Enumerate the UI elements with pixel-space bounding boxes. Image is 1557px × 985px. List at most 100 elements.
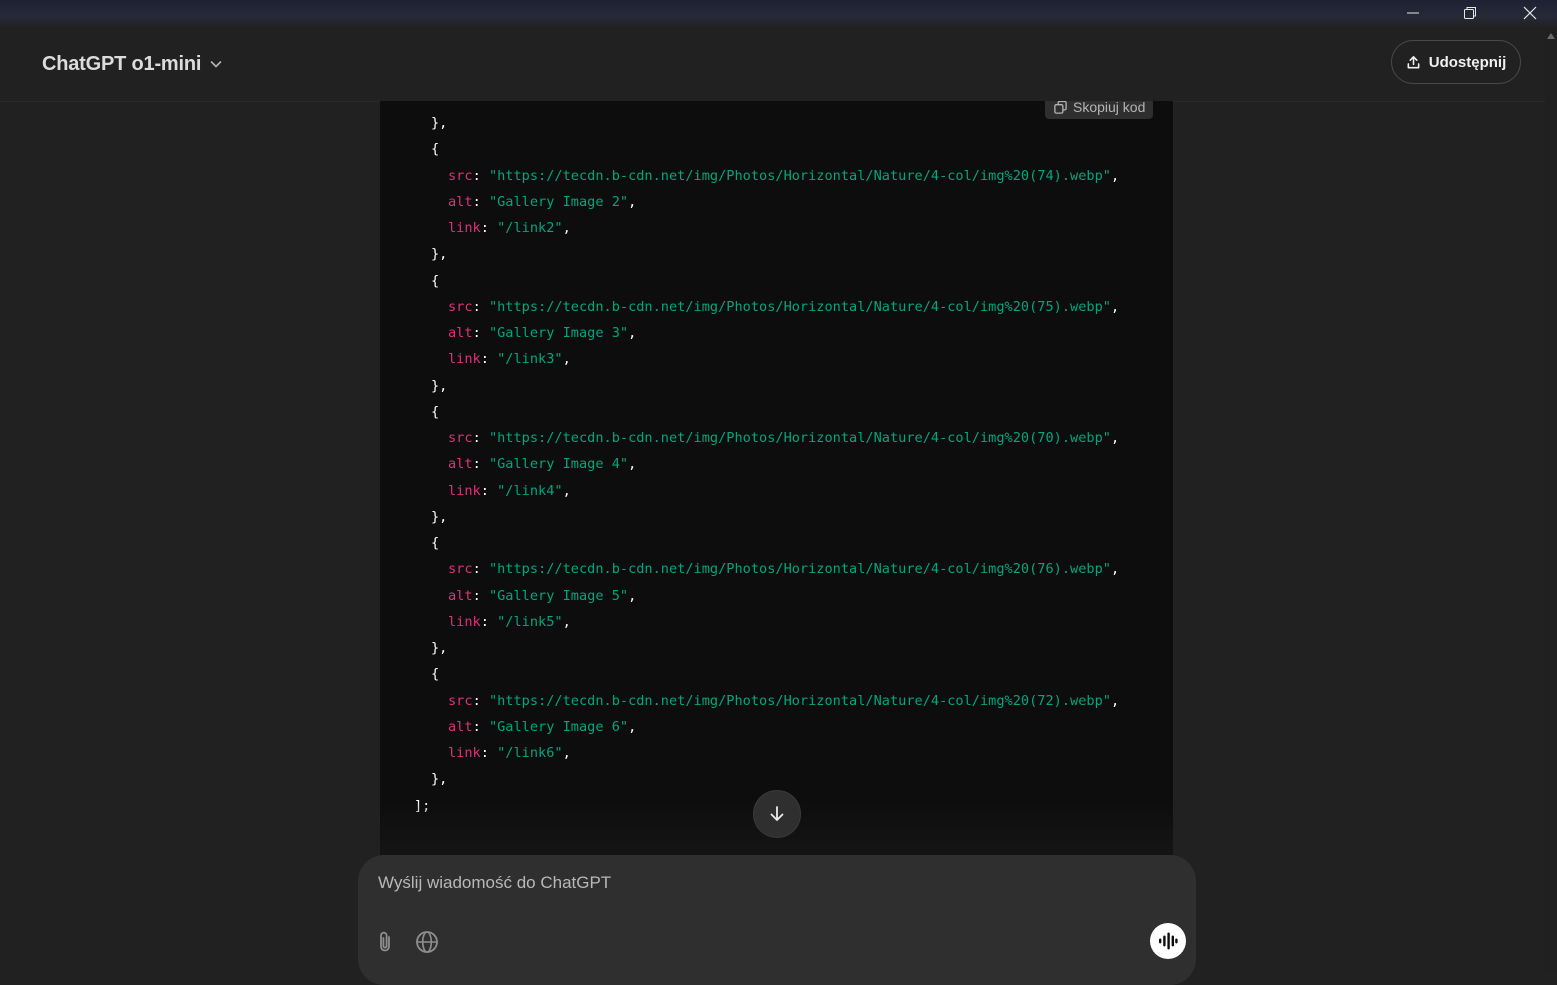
code-token: "Gallery Image 2" bbox=[488, 193, 629, 210]
code-token: , bbox=[1110, 692, 1120, 709]
voice-mode-icon bbox=[1159, 932, 1178, 950]
code-line: { bbox=[431, 138, 439, 160]
minimize-button[interactable] bbox=[1390, 0, 1436, 26]
code-token: , bbox=[1110, 298, 1120, 315]
model-selector[interactable]: ChatGPT o1-mini bbox=[31, 48, 234, 80]
code-token: : bbox=[472, 456, 489, 473]
code-line: src: "https://tecdn.b-cdn.net/img/Photos… bbox=[448, 558, 1119, 580]
code-token: { bbox=[431, 141, 440, 158]
code-line: link: "/link2", bbox=[448, 217, 571, 239]
voice-mode-button[interactable] bbox=[1150, 923, 1186, 959]
code-token: }, bbox=[431, 508, 448, 525]
chat-header: ChatGPT o1-mini Udostępnij bbox=[0, 28, 1545, 102]
code-line: }, bbox=[431, 768, 447, 790]
code-block: }, { src: "https://tecdn.b-cdn.net/img/Pho… bbox=[380, 101, 1173, 861]
code-token: , bbox=[1110, 167, 1120, 184]
code-line: alt: "Gallery Image 5", bbox=[448, 585, 636, 607]
code-token: "https://tecdn.b-cdn.net/img/Photos/Hori… bbox=[488, 561, 1111, 578]
code-line: alt: "Gallery Image 2", bbox=[448, 191, 636, 213]
code-token: : bbox=[472, 167, 489, 184]
code-token: : bbox=[472, 193, 489, 210]
code-token: "/link2" bbox=[497, 220, 563, 236]
code-token: , bbox=[628, 587, 637, 604]
code-token: : bbox=[472, 718, 489, 735]
model-name: ChatGPT o1-mini bbox=[42, 52, 202, 75]
code-token: "Gallery Image 4" bbox=[488, 456, 629, 473]
scroll-to-bottom-button[interactable] bbox=[753, 790, 801, 838]
code-token: "https://tecdn.b-cdn.net/img/Photos/Hori… bbox=[488, 692, 1111, 709]
page-scrollbar[interactable] bbox=[1545, 28, 1557, 972]
code-token: src bbox=[448, 167, 473, 184]
share-button[interactable]: Udostępnij bbox=[1391, 40, 1521, 84]
code-token: , bbox=[628, 456, 637, 473]
globe-icon bbox=[416, 931, 438, 953]
code-token: , bbox=[1110, 561, 1120, 578]
code-token: "https://tecdn.b-cdn.net/img/Photos/Hori… bbox=[488, 430, 1111, 446]
code-token: , bbox=[562, 351, 571, 368]
code-token: { bbox=[431, 535, 440, 551]
code-token: alt bbox=[448, 325, 473, 341]
code-token: }, bbox=[431, 377, 448, 394]
restore-button[interactable] bbox=[1447, 0, 1493, 26]
code-token: "https://tecdn.b-cdn.net/img/Photos/Hori… bbox=[488, 167, 1111, 184]
code-token: link bbox=[448, 482, 481, 499]
code-line: }, bbox=[431, 506, 447, 528]
close-button[interactable] bbox=[1507, 0, 1553, 26]
window-titlebar bbox=[0, 0, 1557, 28]
code-line: }, bbox=[431, 375, 447, 397]
code-token: "/link5" bbox=[497, 613, 563, 630]
code-token: link bbox=[448, 351, 481, 368]
code-line: link: "/link3", bbox=[448, 348, 571, 370]
code-token: , bbox=[628, 193, 637, 210]
code-line: src: "https://tecdn.b-cdn.net/img/Photos… bbox=[448, 427, 1119, 449]
code-line: link: "/link5", bbox=[448, 611, 571, 633]
copy-code-button[interactable]: Skopiuj kod bbox=[1045, 101, 1154, 119]
code-token: src bbox=[448, 430, 473, 446]
code-line: { bbox=[431, 663, 439, 685]
code-token: : bbox=[480, 613, 498, 630]
code-token: { bbox=[431, 272, 440, 289]
code-line: src: "https://tecdn.b-cdn.net/img/Photos… bbox=[448, 690, 1119, 712]
code-token: "https://tecdn.b-cdn.net/img/Photos/Hori… bbox=[488, 298, 1111, 315]
code-token: : bbox=[480, 745, 498, 761]
code-token: src bbox=[448, 561, 473, 578]
code-line: link: "/link6", bbox=[448, 742, 571, 764]
code-line: alt: "Gallery Image 6", bbox=[448, 716, 636, 738]
copy-icon bbox=[1054, 101, 1067, 114]
arrow-down-icon bbox=[770, 806, 784, 821]
code-token: src bbox=[448, 298, 473, 315]
code-token: , bbox=[628, 325, 637, 341]
code-token: : bbox=[472, 561, 489, 578]
code-token: }, bbox=[431, 115, 448, 131]
code-line: alt: "Gallery Image 4", bbox=[448, 453, 636, 475]
web-search-button[interactable] bbox=[411, 926, 443, 958]
scrollbar-up-arrow[interactable] bbox=[1547, 33, 1555, 39]
share-icon bbox=[1407, 55, 1420, 68]
code-line: { bbox=[431, 401, 439, 423]
code-line: src: "https://tecdn.b-cdn.net/img/Photos… bbox=[448, 165, 1119, 187]
code-token: , bbox=[628, 718, 637, 735]
code-line: }, bbox=[431, 243, 447, 265]
code-token: link bbox=[448, 613, 481, 630]
message-composer bbox=[358, 855, 1196, 985]
message-input[interactable] bbox=[376, 869, 1160, 897]
code-line: alt: "Gallery Image 3", bbox=[448, 322, 636, 344]
code-token: }, bbox=[431, 771, 448, 788]
code-token: : bbox=[472, 587, 489, 604]
code-token: , bbox=[562, 482, 571, 499]
chevron-down-icon bbox=[210, 61, 222, 68]
code-token: : bbox=[472, 298, 489, 315]
attach-button[interactable] bbox=[369, 926, 401, 958]
code-token: "/link3" bbox=[497, 351, 563, 368]
code-token: alt bbox=[448, 456, 473, 473]
code-token: alt bbox=[448, 587, 473, 604]
code-token: "/link4" bbox=[497, 482, 563, 499]
code-token: , bbox=[1110, 430, 1120, 446]
code-token: "Gallery Image 3" bbox=[488, 325, 629, 341]
code-token: alt bbox=[448, 718, 473, 735]
code-line: }, bbox=[431, 637, 447, 659]
restore-icon bbox=[1464, 7, 1476, 19]
code-token: , bbox=[562, 613, 571, 630]
code-line: link: "/link4", bbox=[448, 480, 571, 502]
code-token: alt bbox=[448, 193, 473, 210]
